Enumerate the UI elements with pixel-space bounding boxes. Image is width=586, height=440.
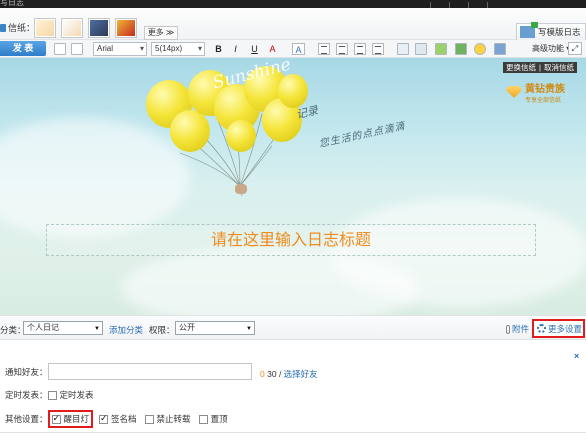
letter-paper-canvas: Sunshine 记录 您生活的点点滴滴 更换信纸 | 取消信纸 黄钻贵族 专享… (0, 58, 586, 315)
more-settings-button[interactable]: 更多设置 (532, 319, 585, 338)
advanced-features-button[interactable]: 高级功能 ▾ (532, 43, 570, 54)
pin-top-option[interactable]: 置顶 (198, 413, 228, 425)
font-family-select[interactable]: Arial (93, 42, 147, 56)
cancel-letter-paper-link[interactable]: 取消信纸 (544, 62, 574, 73)
bold-button[interactable]: B (212, 43, 225, 55)
notify-friends-label: 通知好友： (5, 367, 48, 377)
other-settings-row: 其他设置： 醒目灯 签名档 禁止转载 置顶 (5, 410, 236, 428)
balloon (278, 74, 308, 108)
font-size-select[interactable]: 5(14px) (151, 42, 205, 56)
align-center-icon[interactable] (336, 43, 348, 55)
paperclip-icon (506, 324, 510, 334)
diamond-icon (506, 86, 522, 98)
highlight-button[interactable]: A (292, 43, 305, 55)
highlight-option[interactable]: 醒目灯 (47, 410, 94, 428)
no-repost-option[interactable]: 禁止转载 (144, 413, 191, 425)
no-repost-checkbox[interactable] (144, 414, 154, 424)
more-settings-panel: × 通知好友： 0 30 / 选择好友 定时发表： 定时发表 其他设置： 醒目灯… (0, 341, 586, 440)
template-icon (520, 22, 538, 38)
permission-label: 权限： (149, 325, 175, 335)
attachment-button[interactable]: 附件 (506, 323, 529, 335)
highlight-checkbox[interactable] (51, 413, 61, 424)
friend-count: 0 30 / 选择好友 (260, 369, 318, 379)
top-links (430, 0, 586, 8)
editor-toolbar: 发 表 Arial 5(14px) B I U A A 高级功能 ▾ ⤢ (0, 40, 586, 58)
underline-button[interactable]: U (248, 43, 261, 55)
category-select[interactable]: 个人日记 (23, 321, 103, 335)
letter-paper-bar: 信纸： 更多 ≫ 写模版日志 (0, 8, 586, 41)
choose-friends-link[interactable]: 选择好友 (284, 369, 318, 379)
blog-title-input[interactable]: 请在这里输入日志标题 (46, 224, 536, 256)
align-left-icon[interactable] (318, 43, 330, 55)
category-label: 分类： (0, 325, 26, 335)
letter-thumb-4[interactable] (115, 18, 137, 38)
schedule-option[interactable]: 定时发表 (47, 389, 94, 401)
template-blog-button[interactable]: 写模版日志 (516, 22, 586, 41)
align-right-icon[interactable] (354, 43, 366, 55)
image-icon[interactable] (415, 43, 427, 55)
undo-icon[interactable] (71, 43, 83, 55)
permission-select[interactable]: 公开 (175, 321, 255, 335)
save-icon[interactable] (54, 43, 66, 55)
vip-badge[interactable]: 黄钻贵族 专享全部信纸 (506, 80, 565, 104)
divider (0, 432, 586, 433)
pin-top-checkbox[interactable] (198, 414, 208, 424)
music-icon[interactable] (435, 43, 447, 55)
letter-thumb-3[interactable] (88, 18, 110, 38)
top-bar: 写日志 (0, 0, 586, 8)
emoji-icon[interactable] (474, 43, 486, 55)
change-letter-paper-link[interactable]: 更换信纸 (506, 62, 536, 73)
signature-checkbox[interactable] (99, 413, 109, 424)
expand-icon[interactable]: ⤢ (568, 42, 582, 55)
gear-icon (537, 324, 546, 333)
close-icon[interactable]: × (574, 351, 579, 361)
letter-paper-label: 信纸： (0, 21, 35, 34)
schedule-checkbox[interactable] (47, 390, 57, 400)
schedule-row: 定时发表： 定时发表 (5, 389, 94, 401)
font-color-button[interactable]: A (266, 43, 279, 55)
balloon (226, 120, 256, 152)
letter-thumb-2[interactable] (61, 18, 83, 38)
page-title: 写日志 (0, 0, 24, 7)
italic-button[interactable]: I (229, 43, 242, 55)
more-letters-button[interactable]: 更多 ≫ (144, 26, 178, 40)
link-icon[interactable] (397, 43, 409, 55)
list-icon[interactable] (372, 43, 384, 55)
letter-icon (0, 23, 6, 32)
balloon (170, 110, 210, 152)
add-category-link[interactable]: 添加分类 (109, 324, 143, 336)
letter-thumb-1[interactable] (34, 18, 56, 38)
publish-button[interactable]: 发 表 (0, 41, 46, 56)
photo-icon[interactable] (455, 43, 467, 55)
category-bar: 分类： 个人日记 添加分类 权限： 公开 附件 更多设置 (0, 315, 586, 340)
video-icon[interactable] (494, 43, 506, 55)
notify-friends-input[interactable] (48, 363, 252, 380)
signature-option[interactable]: 签名档 (99, 413, 137, 425)
letter-paper-tools: 更换信纸 | 取消信纸 (503, 62, 577, 73)
